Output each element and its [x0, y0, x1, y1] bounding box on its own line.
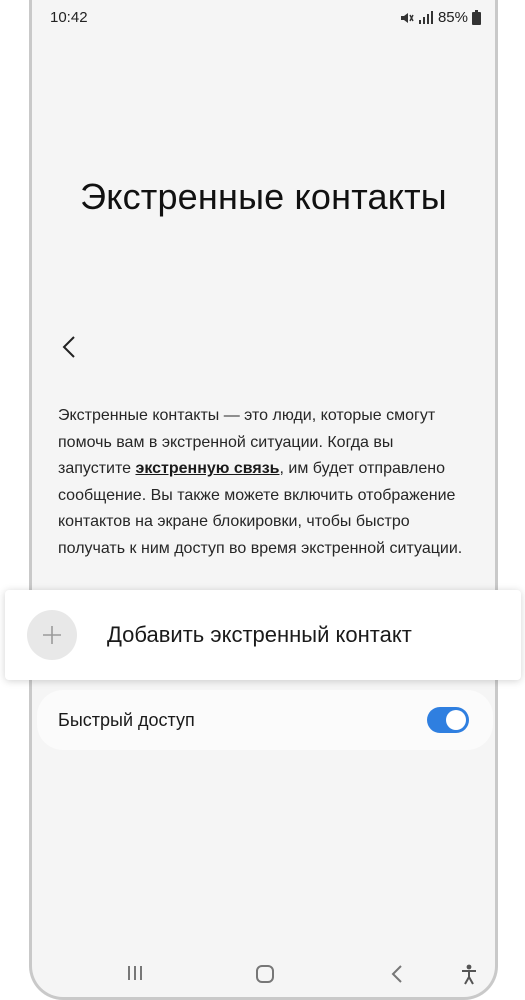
quick-access-row[interactable]: Быстрый доступ	[37, 690, 493, 750]
description-text: Экстренные контакты — это люди, которые …	[58, 403, 468, 562]
chevron-left-icon	[62, 335, 76, 364]
battery-text: 85%	[437, 9, 468, 26]
quick-access-label: Быстрый доступ	[58, 710, 195, 730]
back-button[interactable]	[54, 334, 84, 364]
add-emergency-contact-button[interactable]: Добавить экстренный контакт	[5, 590, 521, 680]
page-title: Экстренные контакты	[80, 176, 447, 217]
quick-access-toggle[interactable]	[427, 707, 469, 733]
status-bar: 10:42 85%	[32, 0, 495, 36]
phone-screen: 10:42 85% Экстренные контакты Экстренные…	[29, 0, 498, 1000]
back-icon[interactable]	[390, 964, 404, 989]
signal-icon	[418, 10, 434, 25]
toggle-knob	[446, 710, 466, 730]
status-icons: 85%	[400, 9, 481, 26]
status-time: 10:42	[50, 9, 88, 26]
home-icon[interactable]	[255, 964, 275, 989]
emergency-call-link[interactable]: экстренную связь	[135, 460, 279, 477]
accessibility-icon[interactable]	[460, 964, 478, 991]
add-contact-label: Добавить экстренный контакт	[107, 622, 412, 647]
battery-icon	[472, 10, 481, 25]
recents-icon[interactable]	[126, 964, 144, 987]
navigation-bar	[32, 950, 495, 997]
mute-icon	[400, 11, 414, 25]
plus-icon	[27, 610, 77, 660]
